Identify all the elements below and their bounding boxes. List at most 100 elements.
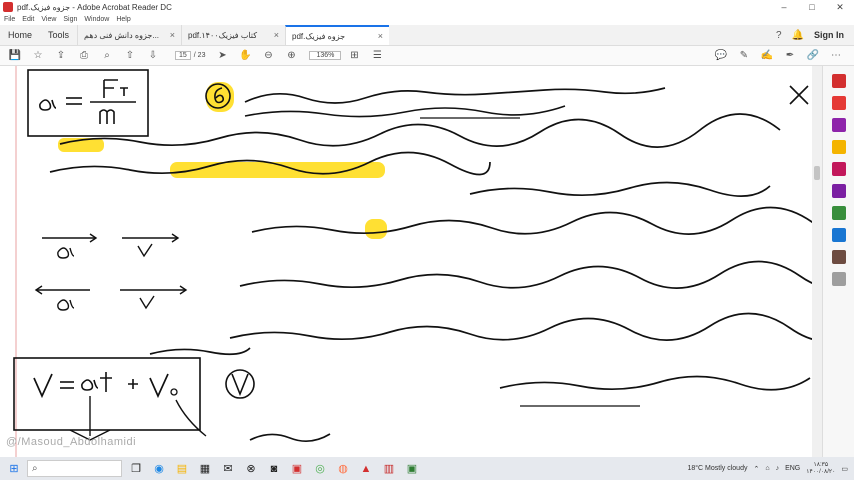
bell-icon[interactable]: 🔔 xyxy=(792,30,804,41)
draw-icon[interactable]: ✍ xyxy=(758,48,776,64)
export-pdf-icon[interactable] xyxy=(831,74,846,88)
formula-box xyxy=(27,69,149,137)
vector-label xyxy=(137,243,153,258)
system-tray: 18°C Mostly cloudy ⌃ ⌂ ♪ ENG ۱۸:۳۵ ۱۴۰۰/… xyxy=(687,462,854,476)
tab-row: Home Tools جزوه دانش فنی دهم... × pdf.کت… xyxy=(0,25,854,46)
menu-help[interactable]: Help xyxy=(116,16,130,23)
comment-icon[interactable]: 💬 xyxy=(712,48,730,64)
close-button[interactable]: ✕ xyxy=(826,0,854,14)
help-icon[interactable]: ? xyxy=(776,30,782,41)
vector-label xyxy=(139,295,155,310)
firefox-icon[interactable]: ◍ xyxy=(334,460,352,478)
combine-files-icon[interactable] xyxy=(831,162,846,176)
sign-in-button[interactable]: Sign In xyxy=(814,30,844,40)
red-folder-icon[interactable]: ▥ xyxy=(380,460,398,478)
notifications-icon[interactable]: ▭ xyxy=(841,465,848,473)
save-icon[interactable]: 💾 xyxy=(6,48,24,64)
print-icon[interactable]: ⎙ xyxy=(75,48,93,64)
search-icon[interactable]: ⌕ xyxy=(98,48,116,64)
menu-window[interactable]: Window xyxy=(84,16,109,23)
menu-edit[interactable]: Edit xyxy=(22,16,34,23)
menu-file[interactable]: File xyxy=(4,16,15,23)
doc-tab-1[interactable]: جزوه دانش فنی دهم... × xyxy=(77,25,181,45)
green-app-icon[interactable]: ▣ xyxy=(403,460,421,478)
volume-icon[interactable]: ♪ xyxy=(776,465,780,472)
zoom-out-icon[interactable]: ⊖ xyxy=(259,48,277,64)
handwriting-mark xyxy=(789,85,809,105)
create-pdf-icon[interactable] xyxy=(831,96,846,110)
handwriting-line xyxy=(469,181,771,197)
language-indicator[interactable]: ENG xyxy=(785,465,800,472)
red-app-icon[interactable]: ▣ xyxy=(288,460,306,478)
formula-stroke xyxy=(33,373,53,399)
tab-home[interactable]: Home xyxy=(0,25,40,45)
close-icon[interactable]: × xyxy=(170,30,175,40)
clock[interactable]: ۱۸:۳۵ ۱۴۰۰/۰۸/۲۰ xyxy=(806,462,835,476)
taskbar-search[interactable]: ⌕ xyxy=(27,460,122,477)
share-link-icon[interactable]: 🔗 xyxy=(804,48,822,64)
more-tools-icon[interactable] xyxy=(831,272,846,286)
vector-label xyxy=(57,247,75,259)
zoom-level-select[interactable]: 136% xyxy=(309,51,342,60)
camera-icon[interactable]: ◙ xyxy=(265,460,283,478)
protect-icon[interactable] xyxy=(831,250,846,264)
network-icon[interactable]: ⌂ xyxy=(765,465,769,472)
select-arrow-icon[interactable]: ➤ xyxy=(213,48,231,64)
doc-tab-3[interactable]: pdf.جزوه فیزیک × xyxy=(285,25,390,45)
file-explorer-icon[interactable]: ▤ xyxy=(173,460,191,478)
page-number-input[interactable]: 15 xyxy=(175,51,191,60)
fit-page-icon[interactable]: ⊞ xyxy=(345,48,363,64)
weather-status[interactable]: 18°C Mostly cloudy xyxy=(687,465,747,472)
document-view[interactable]: @/Masoud_Abdolhamidi xyxy=(0,66,822,457)
page-watermark: @/Masoud_Abdolhamidi xyxy=(6,436,137,448)
minimize-button[interactable]: – xyxy=(770,0,798,14)
store-icon[interactable]: ▦ xyxy=(196,460,214,478)
close-icon[interactable]: × xyxy=(378,31,383,41)
close-icon[interactable]: × xyxy=(274,30,279,40)
formula-stroke xyxy=(81,379,99,391)
scroll-mode-icon[interactable]: ☰ xyxy=(368,48,386,64)
page-down-icon[interactable]: ⇩ xyxy=(144,48,162,64)
menu-view[interactable]: View xyxy=(41,16,56,23)
handwriting-line xyxy=(499,375,811,391)
zoom-in-icon[interactable]: ⊕ xyxy=(282,48,300,64)
page-total: / 23 xyxy=(193,52,206,59)
more-tools-icon[interactable]: ⋯ xyxy=(827,48,845,64)
organize-pages-icon[interactable] xyxy=(831,184,846,198)
edge-icon[interactable]: ◉ xyxy=(150,460,168,478)
circled-number xyxy=(231,373,249,397)
highlight-pen-icon[interactable]: ✎ xyxy=(735,48,753,64)
mail-icon[interactable]: ✉ xyxy=(219,460,237,478)
fill-sign-icon[interactable]: ✒ xyxy=(781,48,799,64)
fill-sign-tool-icon[interactable] xyxy=(831,228,846,242)
doc-tab-label: pdf.جزوه فیزیک xyxy=(292,31,346,41)
handwriting-line xyxy=(149,347,251,356)
doc-tab-2[interactable]: pdf.کتاب فیزیک۱۴۰۰ × xyxy=(181,25,285,45)
bookmark-star-icon[interactable]: ☆ xyxy=(29,48,47,64)
chrome-icon[interactable]: ◎ xyxy=(311,460,329,478)
scrollbar-thumb[interactable] xyxy=(814,166,820,180)
handwriting-line xyxy=(59,113,781,148)
edit-pdf-icon[interactable] xyxy=(831,118,846,132)
vertical-scrollbar[interactable] xyxy=(812,66,822,457)
handwriting-line xyxy=(249,433,331,443)
maximize-button[interactable]: □ xyxy=(798,0,826,14)
page-up-icon[interactable]: ⇧ xyxy=(121,48,139,64)
upload-icon[interactable]: ⇪ xyxy=(52,48,70,64)
handwriting-line xyxy=(239,260,822,289)
menu-sign[interactable]: Sign xyxy=(63,16,77,23)
title-bar: pdf.جزوه فیزیک - Adobe Acrobat Reader DC… xyxy=(0,0,854,14)
tray-chevron-icon[interactable]: ⌃ xyxy=(753,465,759,473)
vector-label xyxy=(57,299,75,311)
tab-tools[interactable]: Tools xyxy=(40,25,77,45)
xbox-icon[interactable]: ⊗ xyxy=(242,460,260,478)
acrobat-icon xyxy=(3,2,13,12)
task-view-icon[interactable]: ❐ xyxy=(127,460,145,478)
hand-tool-icon[interactable]: ✋ xyxy=(236,48,254,64)
handwriting-line xyxy=(244,87,666,104)
compress-pdf-icon[interactable] xyxy=(831,206,846,220)
windows-taskbar: ⊞ ⌕ ❐ ◉ ▤ ▦ ✉ ⊗ ◙ ▣ ◎ ◍ ▲ ▥ ▣ 18°C Mostl… xyxy=(0,457,854,480)
comment-tool-icon[interactable] xyxy=(831,140,846,154)
acrobat-taskbar-icon[interactable]: ▲ xyxy=(357,460,375,478)
windows-start-icon[interactable]: ⊞ xyxy=(5,460,23,478)
